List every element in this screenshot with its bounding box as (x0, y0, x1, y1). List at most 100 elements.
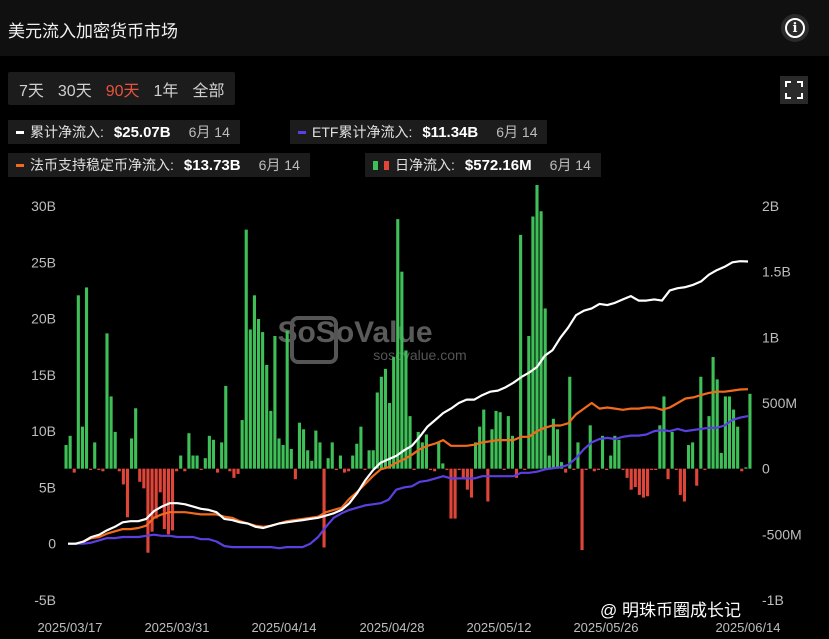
daily-flow-bar (138, 468, 142, 482)
y-right-tick-label: 2B (762, 198, 779, 214)
daily-flow-bar (220, 442, 224, 469)
y-left-tick-label: 25B (31, 254, 56, 270)
daily-flow-bar (543, 308, 547, 469)
daily-flow-bar (367, 450, 371, 469)
daily-flow-bar (297, 422, 302, 469)
daily-flow-bar (420, 442, 424, 469)
daily-flow-bar (252, 295, 256, 469)
daily-flow-bar (682, 468, 686, 502)
daily-flow-bar (486, 468, 490, 502)
daily-flow-bar (244, 229, 248, 469)
daily-flow-bar (392, 357, 396, 469)
watermark-url: sosovalue.com (373, 347, 466, 363)
daily-flow-bar (293, 468, 297, 480)
etf-cumulative-line (68, 415, 749, 550)
daily-flow-bar (179, 455, 183, 469)
daily-flow-bar (658, 425, 662, 469)
daily-flow-bar (654, 468, 658, 470)
total-cumulative-line (68, 260, 749, 545)
daily-flow-bar (674, 468, 678, 470)
daily-flow-bar (707, 416, 711, 469)
daily-flow-bar (383, 368, 388, 469)
daily-flow-bar (736, 426, 740, 469)
daily-flow-bar (609, 455, 613, 469)
daily-flow-bar (113, 431, 117, 469)
daily-flow-bar (162, 468, 166, 530)
chart-area[interactable]: SoSoValuesosovalue.com 30B 25B 20B 15B 10B 5B 0… (0, 0, 829, 639)
watermark-source: @ 明珠币圈成长记 (600, 601, 741, 620)
daily-flow-bar (592, 468, 596, 472)
daily-flow-bar (105, 333, 109, 469)
daily-flow-bar (453, 468, 457, 519)
daily-flow-bar (93, 442, 97, 469)
daily-flow-bar (109, 396, 113, 469)
watermark-brand: SoSoValue (277, 316, 432, 349)
daily-flow-bar (478, 426, 482, 469)
daily-flow-bar (277, 438, 281, 469)
daily-flow-bar (662, 396, 666, 469)
x-tick-label: 2025/05/12 (466, 620, 531, 635)
daily-flow-bar (449, 468, 453, 519)
daily-flow-bar (187, 433, 191, 469)
daily-flow-bar (302, 429, 306, 469)
daily-flow-bar (588, 425, 592, 469)
daily-flow-bar (490, 429, 494, 469)
daily-flow-bar (146, 468, 150, 553)
daily-flow-bar (744, 467, 748, 469)
daily-flow-bar (265, 364, 269, 469)
daily-flow-bar (670, 431, 674, 469)
daily-flow-bar (166, 468, 170, 535)
daily-flow-bar (314, 430, 318, 469)
daily-flow-bar (519, 234, 523, 469)
daily-flow-bar (719, 452, 723, 469)
daily-flow-bar (326, 458, 330, 469)
daily-flow-bar (121, 468, 125, 485)
y-left-tick-label: 30B (31, 198, 56, 214)
daily-flow-bar (506, 416, 510, 469)
daily-flow-bar (535, 184, 539, 469)
y-left-tick-label: -5B (34, 592, 56, 608)
daily-flow-bar (531, 216, 535, 469)
y-left-tick-label: 10B (31, 423, 56, 439)
daily-flow-bar (130, 438, 134, 469)
y-right-tick-label: 1.5B (762, 264, 791, 280)
daily-flow-bar (469, 468, 474, 498)
daily-flow-bar (322, 468, 326, 548)
x-tick-label: 2025/05/26 (573, 620, 638, 635)
daily-flow-bar (134, 408, 138, 469)
daily-flow-bar (396, 219, 400, 469)
daily-flow-bar (175, 468, 179, 472)
y-left-tick-label: 5B (39, 479, 56, 495)
daily-flow-bar (686, 445, 691, 469)
daily-flow-bar (216, 468, 220, 473)
daily-flow-bar (158, 468, 162, 493)
daily-flow-bar (183, 468, 187, 472)
daily-flow-bar (256, 318, 261, 469)
y-left-tick-label: 0 (48, 536, 56, 552)
daily-flow-bar (600, 435, 605, 469)
daily-flow-bar (605, 468, 609, 470)
daily-flow-bar (338, 455, 342, 469)
daily-flow-bar (633, 468, 637, 488)
daily-flow-bar (461, 468, 465, 478)
daily-flow-bar (351, 455, 355, 469)
daily-flow-bar (691, 442, 695, 469)
daily-flow-bar (547, 455, 551, 469)
daily-flow-bar (240, 420, 244, 469)
daily-flow-bar (625, 468, 629, 478)
daily-flow-bar (273, 336, 277, 469)
daily-flow-bar (641, 468, 646, 498)
daily-flow-bar (527, 336, 531, 469)
daily-flow-bar (412, 468, 416, 470)
x-tick-label: 2025/06/14 (715, 620, 780, 635)
daily-flow-bar (170, 468, 175, 531)
daily-flow-bar (203, 458, 207, 469)
daily-flow-bar (334, 468, 338, 470)
daily-flow-bar (199, 468, 203, 470)
daily-flow-bar (445, 468, 449, 470)
x-tick-label: 2025/03/17 (37, 620, 102, 635)
daily-flow-bar (125, 468, 130, 518)
daily-flow-bar (285, 330, 289, 469)
daily-flow-bar (428, 468, 433, 470)
daily-flow-bar (64, 445, 68, 469)
